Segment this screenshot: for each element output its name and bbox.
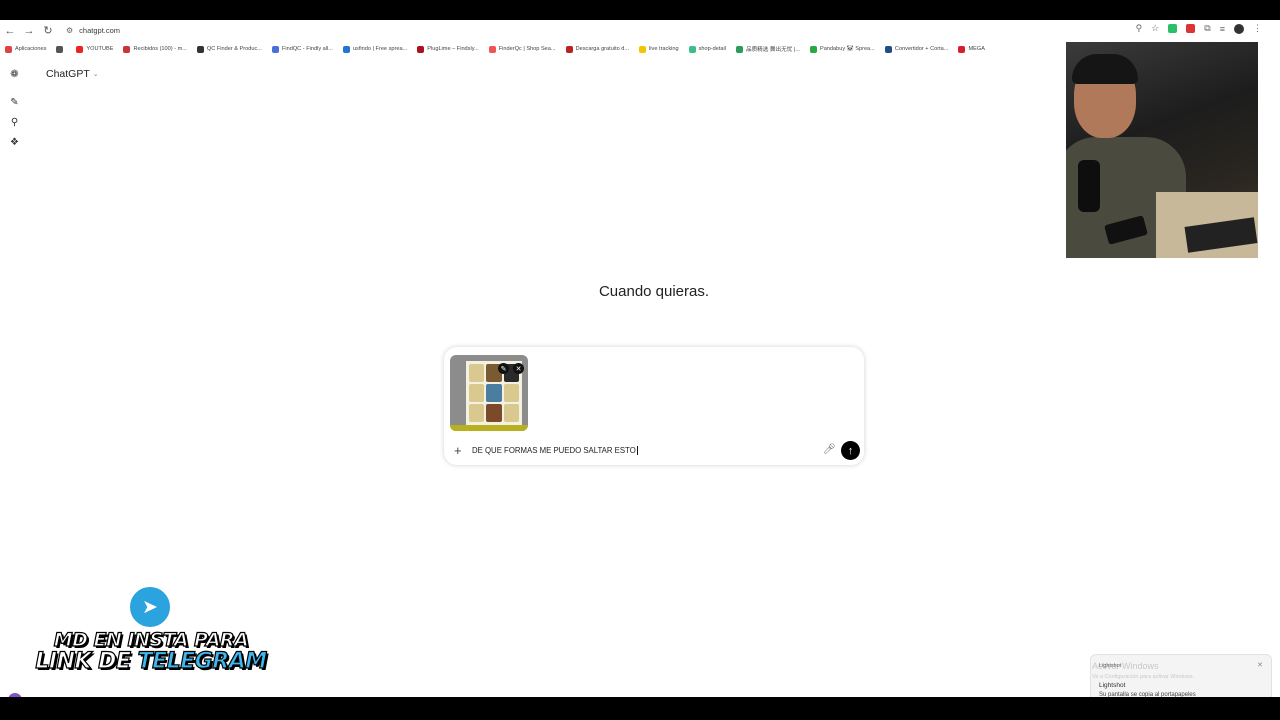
prompt-input-text: DE QUE FORMAS ME PUEDO SALTAR ESTO	[472, 446, 636, 455]
telegram-promo-overlay: ➤ MD EN INSTA PARA LINK DE TELEGRAM	[26, 585, 276, 681]
bookmark-star-icon[interactable]: ☆	[1151, 23, 1159, 34]
bookmark-favicon-icon	[565, 45, 573, 53]
text-caret	[636, 446, 638, 456]
send-button[interactable]: ↑	[841, 441, 860, 460]
bookmark-favicon-icon	[342, 45, 350, 53]
promo-line-2: LINK DE TELEGRAM	[26, 648, 276, 674]
toolbar-right: ⚲ ☆ ⧉ ≡ ⋮	[1136, 23, 1262, 34]
bookmark-label: PlugLime – Findsly...	[427, 46, 479, 52]
bookmark-item[interactable]: QC Finder & Produc...	[196, 45, 262, 53]
bookmark-item[interactable]: usfindo | Free sprea...	[342, 45, 408, 53]
bookmark-favicon-icon	[639, 45, 647, 53]
bookmark-favicon-icon	[56, 45, 64, 53]
bookmark-favicon-icon	[76, 45, 84, 53]
telegram-icon: ➤	[128, 585, 172, 629]
add-attachment-button[interactable]: +	[454, 444, 462, 457]
model-name: ChatGPT	[46, 68, 90, 80]
chevron-down-icon: ⌄	[92, 71, 99, 78]
profile-avatar-icon[interactable]	[1234, 23, 1244, 34]
webcam-microphone	[1078, 160, 1100, 212]
promo-line-2-b: TELEGRAM	[137, 648, 268, 674]
microphone-icon[interactable]: 🎤︎	[823, 444, 836, 455]
menu-kebab-icon[interactable]: ⋮	[1253, 23, 1262, 34]
site-info-icon[interactable]: ⚙	[66, 26, 73, 35]
zoom-icon[interactable]: ⚲	[1136, 23, 1143, 34]
bookmark-label: live tracking	[649, 46, 679, 52]
bookmark-label: shop-detail	[698, 46, 726, 52]
bookmark-favicon-icon	[688, 45, 696, 53]
message-composer[interactable]: ✎ ✕ + DE QUE FORMAS ME PUEDO SALTAR ESTO…	[443, 346, 865, 466]
toast-title: Lightshot	[1099, 682, 1126, 689]
bookmark-item[interactable]: live tracking	[639, 45, 679, 53]
bookmark-item[interactable]: Aplicaciones	[5, 45, 47, 53]
bookmark-label: YOUTUBE	[86, 46, 114, 52]
openai-logo-icon[interactable]: ❁	[9, 69, 20, 80]
bookmark-item[interactable]: PlugLime – Findsly...	[417, 45, 479, 53]
new-chat-icon[interactable]: ✎	[9, 97, 20, 108]
webcam-overlay	[1066, 42, 1258, 258]
bookmark-label: Descarga gratuito d...	[575, 46, 630, 52]
bookmark-item[interactable]: Descarga gratuito d...	[565, 45, 630, 53]
bookmark-label: MEGA	[968, 46, 985, 52]
bookmark-label: FindQC - Findly all...	[281, 46, 333, 52]
bookmark-label: Convertidor + Corta...	[894, 46, 949, 52]
bookmark-favicon-icon	[5, 45, 12, 53]
reading-list-icon[interactable]: ≡	[1220, 24, 1225, 34]
url-text[interactable]: chatgpt.com	[79, 26, 120, 35]
webcam-person-hair	[1072, 54, 1138, 84]
bookmark-item[interactable]: Recibidos (100) - m...	[123, 45, 187, 53]
bookmark-label: Aplicaciones	[15, 46, 47, 52]
back-arrow-icon[interactable]: ←	[1, 22, 19, 40]
model-picker[interactable]: ChatGPT ⌄	[46, 68, 99, 80]
prompt-input[interactable]: DE QUE FORMAS ME PUEDO SALTAR ESTO	[472, 446, 638, 456]
bookmark-item[interactable]: FinderQc | Shop Sea...	[488, 45, 556, 53]
top-letterbox	[0, 0, 1280, 20]
bookmark-item[interactable]: Pandabuy 🐼 Sprea...	[809, 45, 875, 53]
bookmark-favicon-icon	[735, 45, 743, 53]
close-icon[interactable]: ✕	[1257, 661, 1263, 669]
hero-greeting: Cuando quieras.	[598, 283, 710, 300]
address-row: ← → ↻ ⚙ chatgpt.com ⚲ ☆ ⧉ ≡ ⋮	[0, 20, 1280, 41]
bookmark-label: Pandabuy 🐼 Sprea...	[819, 46, 875, 52]
bookmark-favicon-icon	[884, 45, 892, 53]
bookmark-label: QC Finder & Produc...	[206, 46, 262, 52]
bookmark-label: Recibidos (100) - m...	[133, 46, 187, 52]
reload-icon[interactable]: ↻	[39, 22, 57, 40]
bottom-letterbox	[0, 697, 1280, 720]
bookmark-item[interactable]: Convertidor + Corta...	[884, 45, 949, 53]
promo-line-1: MD EN INSTA PARA	[53, 628, 249, 651]
bookmark-item[interactable]: shop-detail	[688, 45, 726, 53]
bookmark-item[interactable]	[56, 45, 66, 53]
bookmark-favicon-icon	[123, 45, 131, 53]
bookmark-favicon-icon	[271, 45, 279, 53]
bookmark-label: FinderQc | Shop Sea...	[498, 46, 556, 52]
bookmark-item[interactable]: YOUTUBE	[76, 45, 114, 53]
bookmark-favicon-icon	[809, 45, 817, 53]
extension-red-icon[interactable]	[1186, 24, 1196, 33]
edit-attachment-icon[interactable]: ✎	[498, 363, 509, 374]
sidebar-rail: ❁ ✎ ⚲ ❖	[0, 60, 28, 697]
bookmark-favicon-icon	[417, 45, 425, 53]
extensions-puzzle-icon[interactable]: ⧉	[1204, 23, 1210, 34]
bookmark-item[interactable]: 品质精选 舞出无忧 |...	[735, 45, 800, 53]
explore-gpts-icon[interactable]: ❖	[9, 137, 20, 148]
bookmark-item[interactable]: FindQC - Findly all...	[271, 45, 333, 53]
extension-green-icon[interactable]	[1168, 24, 1178, 33]
attached-image-thumbnail[interactable]: ✎ ✕	[450, 355, 528, 431]
bookmark-favicon-icon	[958, 45, 966, 53]
forward-arrow-icon[interactable]: →	[20, 22, 38, 40]
remove-attachment-icon[interactable]: ✕	[513, 363, 524, 374]
thumbnail-strip	[450, 425, 528, 431]
activate-windows-subtext: Ve a Configuración para activar Windows.	[1092, 674, 1195, 680]
omnibox[interactable]: ⚙ chatgpt.com	[60, 22, 1155, 39]
toast-app-name: Lightshot	[1099, 663, 1122, 669]
bookmark-label: usfindo | Free sprea...	[352, 46, 408, 52]
bookmark-label: 品质精选 舞出无忧 |...	[745, 47, 800, 53]
browser-window: ← → ↻ ⚙ chatgpt.com ⚲ ☆ ⧉ ≡ ⋮ Aplicacion…	[0, 20, 1280, 708]
bookmark-favicon-icon	[196, 45, 204, 53]
promo-line-2-a: LINK DE	[35, 648, 138, 674]
bookmark-item[interactable]: MEGA	[958, 45, 985, 53]
search-icon[interactable]: ⚲	[9, 117, 20, 128]
bookmark-favicon-icon	[488, 45, 496, 53]
